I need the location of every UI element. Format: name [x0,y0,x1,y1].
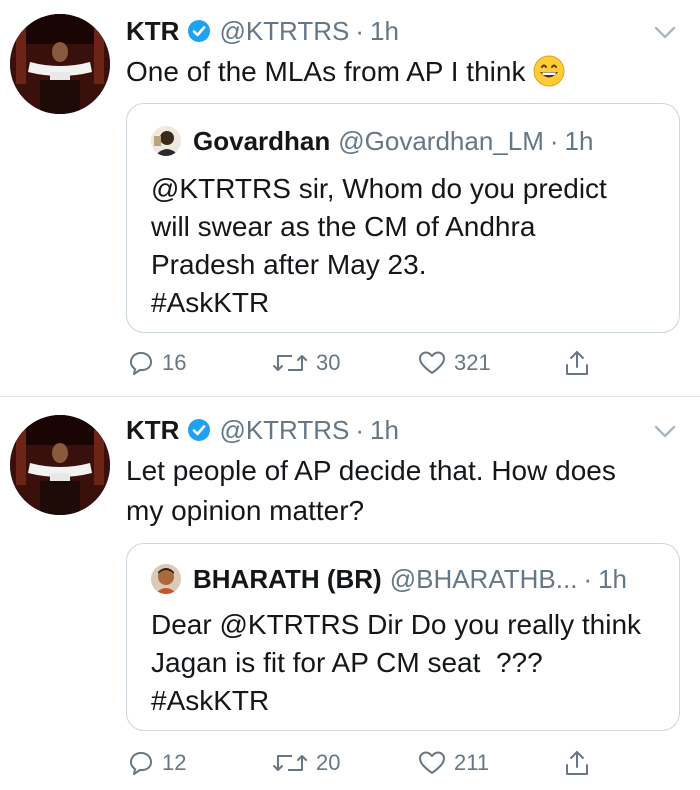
avatar[interactable] [10,415,110,515]
author-name[interactable]: KTR [126,16,179,47]
quoted-text-line: #AskKTR [151,287,270,318]
chevron-down-icon[interactable] [654,26,676,40]
reply-button[interactable]: 12 [128,743,186,783]
reply-count: 12 [162,750,187,775]
tweet-header: KTR @KTRTRS · 1h [126,14,399,48]
quoted-tweet-text: @KTRTRS sir, Whom do you predict will sw… [151,170,661,322]
like-count: 211 [454,750,490,775]
tweet-text-content: One of the MLAs from AP I think [126,56,526,87]
grinning-face-emoji [533,55,565,87]
like-count: 321 [454,350,491,375]
reply-button[interactable]: 16 [128,343,186,383]
separator-dot: · [355,414,365,445]
retweet-count: 30 [316,350,341,375]
quoted-avatar [151,126,181,156]
quoted-tweet-header: BHARATH (BR) @BHARATHB... · 1h [151,562,627,596]
tweet-text: One of the MLAs from AP I think [126,52,666,92]
retweet-count: 20 [316,750,341,775]
quoted-text-line: Dear @KTRTRS Dir Do you really think [151,609,642,640]
quoted-author-handle: @Govardhan_LM [338,125,544,156]
quoted-author-handle: @BHARATHB... [389,563,578,594]
tweet-header: KTR @KTRTRS · 1h [126,413,399,447]
share-button[interactable] [564,743,590,783]
chevron-down-icon[interactable] [654,425,676,439]
tweet-text: Let people of AP decide that. How does m… [126,451,666,531]
reply-icon [128,350,154,376]
retweet-icon [272,350,308,376]
quoted-author-name: BHARATH (BR) [193,563,382,594]
quoted-tweet[interactable]: Govardhan @Govardhan_LM · 1h @KTRTRS sir… [126,103,680,333]
quoted-timestamp: 1h [598,563,628,594]
reply-icon [128,750,154,776]
separator-dot: · [583,563,593,594]
verified-badge-icon [187,418,211,442]
quoted-tweet-header: Govardhan @Govardhan_LM · 1h [151,124,593,158]
separator-dot: · [549,125,559,156]
quoted-tweet[interactable]: BHARATH (BR) @BHARATHB... · 1h Dear @KTR… [126,543,680,731]
tweet-actions: 12 20 211 [126,743,686,783]
share-icon [564,749,590,777]
avatar[interactable] [10,14,110,114]
share-button[interactable] [564,343,590,383]
author-name[interactable]: KTR [126,415,179,446]
like-button[interactable]: 321 [418,343,491,383]
retweet-button[interactable]: 30 [272,343,340,383]
quoted-text-line: @KTRTRS sir, Whom do you predict [151,173,607,204]
tweet-text-line: Let people of AP decide that. How does [126,455,616,486]
tweet[interactable]: KTR @KTRTRS · 1h One of the MLAs from AP… [0,0,700,396]
retweet-icon [272,750,308,776]
quoted-text-line: will swear as the CM of Andhra [151,211,536,242]
author-handle[interactable]: @KTRTRS [219,415,349,446]
retweet-button[interactable]: 20 [272,743,340,783]
heart-icon [418,750,446,776]
share-icon [564,349,590,377]
verified-badge-icon [187,19,211,43]
tweet[interactable]: KTR @KTRTRS · 1h Let people of AP decide… [0,397,700,790]
quoted-timestamp: 1h [564,125,594,156]
timestamp[interactable]: 1h [370,16,399,47]
heart-icon [418,350,446,376]
quoted-author-name: Govardhan [193,125,331,156]
author-handle[interactable]: @KTRTRS [219,16,349,47]
quoted-text-line: #AskKTR [151,685,270,716]
reply-count: 16 [162,350,187,375]
tweet-actions: 16 30 321 [126,343,686,383]
tweet-text-line: my opinion matter? [126,495,365,526]
timestamp[interactable]: 1h [370,415,399,446]
quoted-avatar [151,564,181,594]
separator-dot: · [355,15,365,46]
like-button[interactable]: 211 [418,743,489,783]
quoted-text-line: Pradesh after May 23. [151,249,427,280]
quoted-text-line: Jagan is fit for AP CM seat ??? [151,647,543,678]
quoted-tweet-text: Dear @KTRTRS Dir Do you really think Jag… [151,606,661,720]
